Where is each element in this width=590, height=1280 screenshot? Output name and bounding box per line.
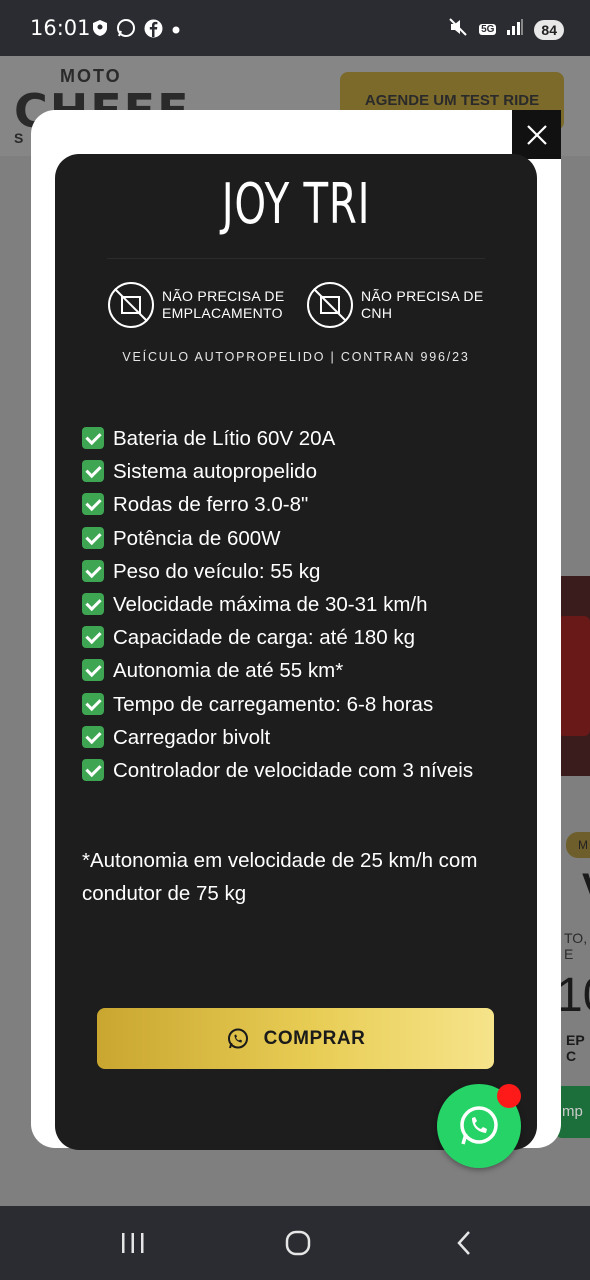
checkmark-icon — [82, 427, 104, 449]
close-modal-button[interactable] — [512, 110, 561, 159]
close-icon — [526, 124, 547, 145]
whatsapp-notification-icon — [116, 18, 136, 43]
title-divider — [107, 258, 485, 259]
back-button[interactable] — [424, 1206, 504, 1280]
product-card: JOY TRI NÃO PRECISA DE EMPLACAMENTO NÃO … — [55, 154, 537, 1150]
no-plate-icon — [108, 282, 154, 328]
spec-item: Bateria de Lítio 60V 20A — [82, 422, 522, 455]
facebook-icon — [144, 19, 163, 43]
product-price-fragment: 10 — [556, 969, 590, 1022]
cep-fragment: EP C — [566, 1032, 585, 1064]
android-nav-bar — [0, 1206, 590, 1280]
buy-button[interactable]: COMPRAR — [97, 1008, 494, 1069]
spec-item: Autonomia de até 55 km* — [82, 654, 522, 687]
checkmark-icon — [82, 725, 104, 748]
network-5g-icon: 5G — [479, 24, 497, 35]
checkmark-icon — [82, 659, 104, 682]
checkmark-icon — [82, 626, 104, 649]
notification-badge — [497, 1084, 521, 1108]
signal-icon — [506, 18, 524, 41]
no-license-icon — [307, 282, 353, 328]
shield-icon — [92, 19, 108, 42]
vehicle-classification: VEÍCULO AUTOPROPELIDO | CONTRAN 996/23 — [122, 350, 470, 364]
mute-icon — [447, 16, 469, 43]
back-icon — [457, 1231, 470, 1255]
whatsapp-icon — [227, 1028, 248, 1048]
spec-item: Sistema autopropelido — [82, 455, 522, 488]
dot-icon — [171, 22, 181, 40]
home-button[interactable] — [258, 1206, 338, 1280]
status-time: 16:01 — [30, 16, 91, 40]
spec-item: Carregador bivolt — [82, 721, 522, 754]
whatsapp-icon — [460, 1106, 498, 1145]
recent-apps-icon — [122, 1233, 144, 1253]
spec-item: Peso do veículo: 55 kg — [82, 555, 522, 588]
spec-item: Potência de 600W — [82, 522, 522, 555]
background-buy-button[interactable]: mp — [556, 1086, 590, 1138]
product-subtitle-fragment: TO, E — [564, 930, 588, 962]
spec-item: Capacidade de carga: até 180 kg — [82, 621, 522, 654]
status-bar: 16:01 5G 84 — [0, 0, 590, 56]
product-badge: M — [566, 832, 590, 858]
feature-no-license: NÃO PRECISA DE CNH — [307, 282, 483, 328]
spec-item: Tempo de carregamento: 6-8 horas — [82, 688, 522, 721]
checkmark-icon — [82, 692, 104, 715]
home-icon — [285, 1230, 311, 1256]
checkmark-icon — [82, 559, 104, 582]
spec-list: Bateria de Lítio 60V 20A Sistema autopro… — [82, 422, 522, 787]
spec-item: Controlador de velocidade com 3 níveis — [82, 754, 522, 787]
notification-icons — [92, 18, 181, 43]
system-icons: 5G 84 — [447, 16, 564, 43]
spec-item: Rodas de ferro 3.0-8" — [82, 488, 522, 521]
product-title: JOY TRI — [221, 172, 371, 237]
buy-button-label: COMPRAR — [263, 1027, 366, 1049]
recent-apps-button[interactable] — [93, 1206, 173, 1280]
checkmark-icon — [82, 593, 104, 616]
battery-indicator: 84 — [534, 19, 564, 40]
checkmark-icon — [82, 460, 104, 483]
checkmark-icon — [82, 759, 104, 782]
checkmark-icon — [82, 526, 104, 549]
feature-no-plate: NÃO PRECISA DE EMPLACAMENTO — [108, 282, 284, 328]
product-title-fragment: V — [582, 866, 590, 911]
spec-item: Velocidade máxima de 30-31 km/h — [82, 588, 522, 621]
autonomy-note: *Autonomia em velocidade de 25 km/h com … — [82, 849, 478, 905]
checkmark-icon — [82, 493, 104, 516]
